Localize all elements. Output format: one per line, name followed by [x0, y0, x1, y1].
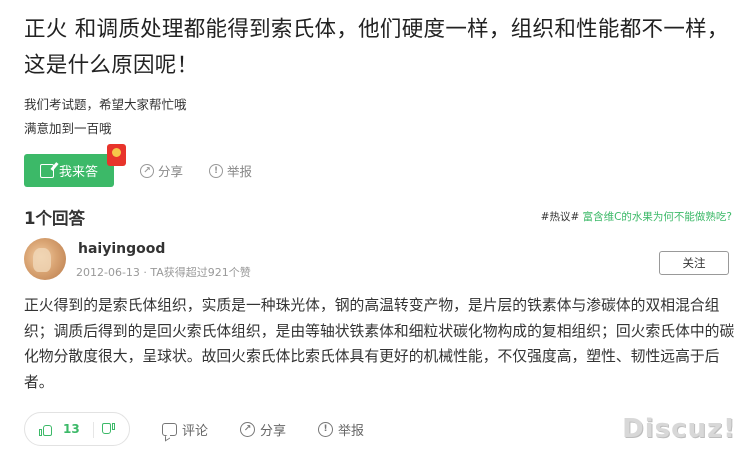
like-button[interactable]: 13 [25, 422, 80, 436]
hot-tag: #热议# [540, 211, 580, 223]
comment-icon [162, 422, 177, 436]
report-icon: ! [209, 163, 224, 178]
report-label: 举报 [227, 164, 253, 179]
user-name[interactable]: haiyingood [78, 241, 165, 257]
answer-share-button[interactable]: ↗ 分享 [240, 420, 286, 439]
thumb-up-icon [39, 422, 53, 436]
answer-actions: 13 评论 ↗ 分享 ! 举报 [24, 412, 364, 446]
report-button[interactable]: ! 举报 [209, 161, 252, 180]
follow-button[interactable]: 关注 [659, 251, 729, 275]
share-icon: ↗ [140, 163, 154, 178]
report-icon: ! [318, 421, 334, 437]
comment-label: 评论 [182, 423, 209, 439]
answer-button[interactable]: 我来答 [24, 144, 126, 187]
answers-header: 1个回答 #热议# 富含维C的水果为何不能做熟吃? [24, 203, 732, 229]
description-line: 我们考试题，希望大家帮忙哦 [24, 97, 187, 112]
avatar[interactable] [24, 238, 66, 280]
share-icon: ↗ [240, 421, 256, 437]
question-actions: 我来答 ↗ 分享 ! 举报 [24, 144, 252, 187]
answer-report-button[interactable]: ! 举报 [318, 420, 364, 439]
answers-count: 1个回答 [24, 209, 85, 228]
thumb-down-icon[interactable] [101, 423, 115, 437]
question-title: 正火 和调质处理都能得到索氏体，他们硬度一样，组织和性能都不一样，这是什么原因呢… [24, 17, 729, 78]
share-label: 分享 [158, 164, 184, 179]
answer-report-label: 举报 [338, 423, 365, 439]
red-packet-icon [107, 144, 126, 166]
description-line: 满意加到一百哦 [24, 121, 112, 136]
hot-topic-link[interactable]: 富含维C的水果为何不能做熟吃? [583, 211, 732, 223]
comment-button[interactable]: 评论 [162, 420, 208, 439]
hot-topic[interactable]: #热议# 富含维C的水果为何不能做熟吃? [541, 209, 732, 224]
watermark: Discuz! [622, 414, 736, 444]
share-button[interactable]: ↗ 分享 [140, 161, 183, 180]
edit-icon [39, 163, 54, 178]
vote-box: 13 [24, 412, 130, 446]
answer-body: 正火得到的是索氏体组织，实质是一种珠光体，钢的高温转变产物，是片层的铁素体与渗碳… [24, 297, 735, 391]
like-count: 13 [63, 422, 80, 436]
vote-divider [93, 422, 94, 438]
answer-meta: 2012-06-13 · TA获得超过921个赞 [76, 266, 251, 279]
answer-share-label: 分享 [260, 423, 287, 439]
question-description: 我们考试题，希望大家帮忙哦 满意加到一百哦 [24, 93, 187, 141]
answer-button-label: 我来答 [58, 165, 98, 180]
